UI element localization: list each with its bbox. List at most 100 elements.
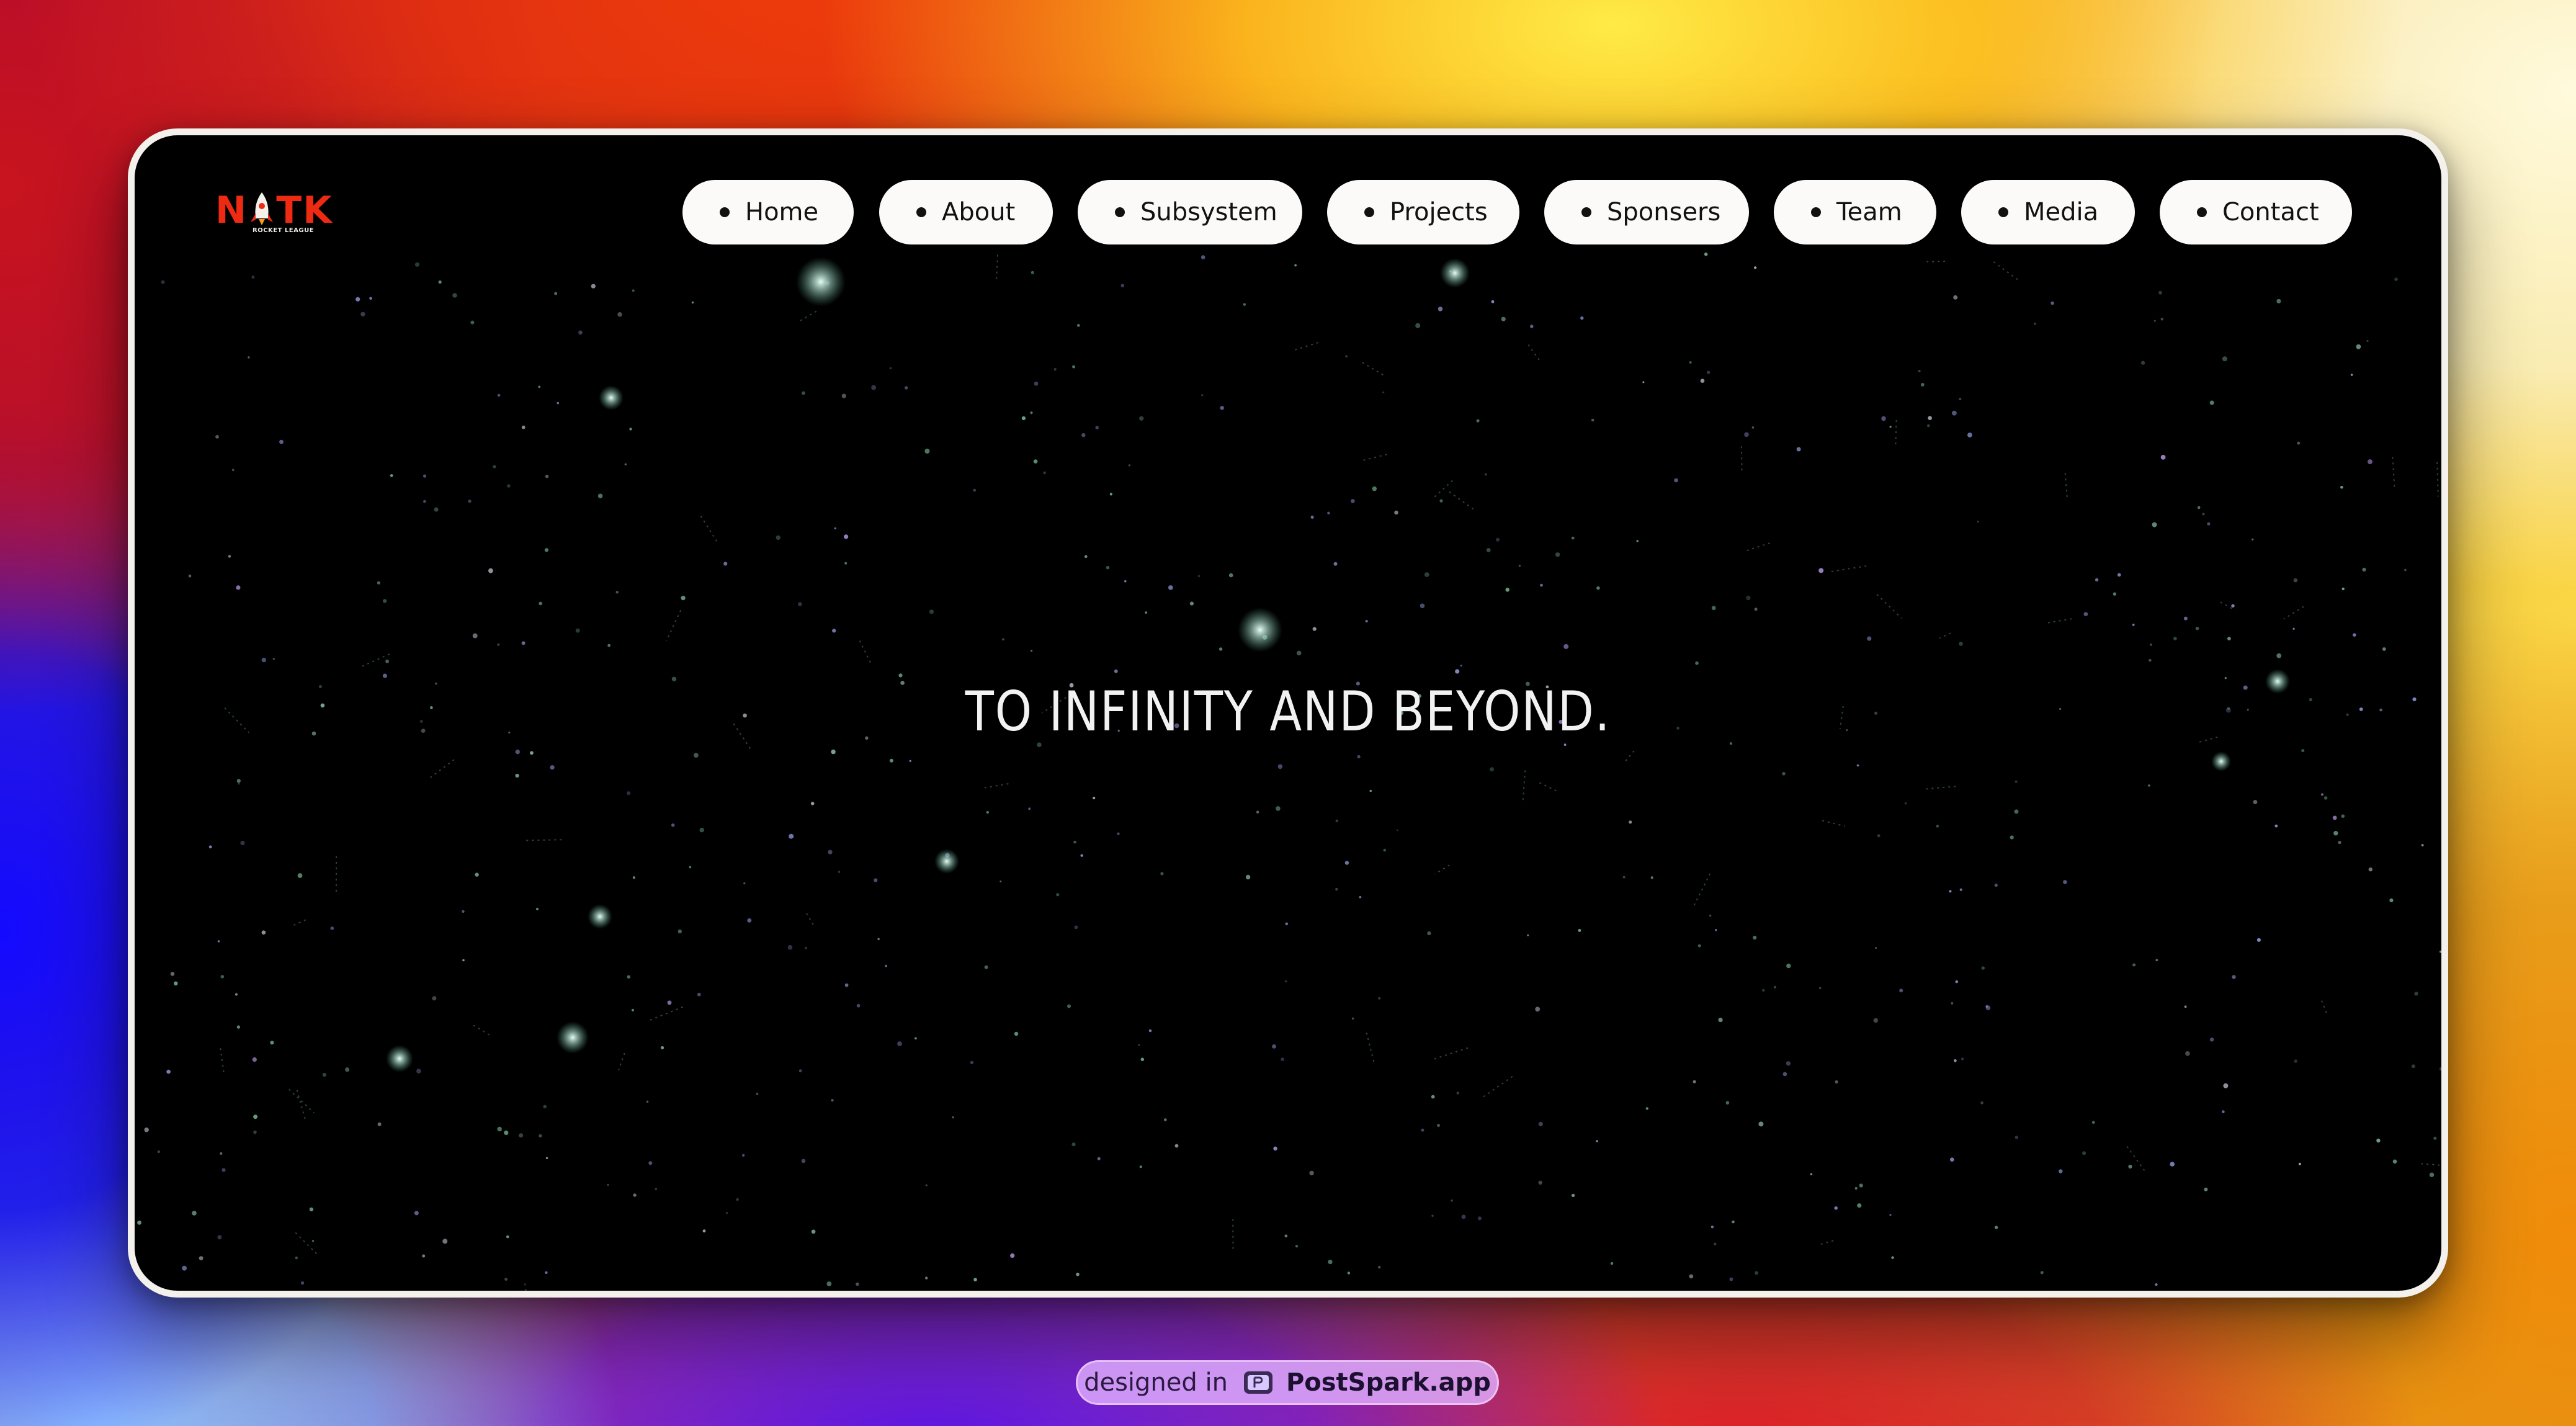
star-streak <box>618 1052 625 1070</box>
star <box>1540 583 1543 587</box>
star <box>1758 1121 1764 1127</box>
star <box>2298 1162 2301 1165</box>
star <box>2252 538 2254 541</box>
star <box>2040 1271 2044 1275</box>
star <box>1857 1203 1862 1208</box>
star <box>2183 616 2188 621</box>
star <box>1949 890 1952 893</box>
star <box>1918 370 1921 372</box>
logo[interactable]: N TK ROCKET LEAGUE <box>215 191 339 241</box>
nav-projects[interactable]: Projects <box>1327 180 1519 244</box>
star <box>1674 478 1678 483</box>
star <box>2294 1059 2297 1063</box>
star <box>192 1211 197 1216</box>
star <box>2152 522 2157 527</box>
star <box>798 602 802 606</box>
star <box>831 1099 834 1102</box>
star <box>2356 344 2361 349</box>
star <box>1272 1044 1276 1049</box>
star <box>1351 499 1355 503</box>
star <box>2389 898 2394 902</box>
star <box>1714 1242 1717 1245</box>
star <box>1335 887 1338 891</box>
nav-media-label: Media <box>2024 198 2099 226</box>
star <box>2223 1083 2229 1088</box>
nav-sponsers[interactable]: Sponsers <box>1544 180 1749 244</box>
star <box>1711 1226 1714 1229</box>
star <box>1967 433 1972 437</box>
star <box>575 628 580 633</box>
star <box>828 850 833 854</box>
star <box>2276 298 2281 303</box>
star-streak <box>1522 770 1526 800</box>
star <box>1486 548 1491 552</box>
star <box>504 1130 509 1135</box>
star <box>1491 300 1495 303</box>
nav-team[interactable]: Team <box>1774 180 1936 244</box>
postspark-icon <box>1243 1371 1272 1394</box>
star <box>530 751 534 755</box>
star <box>1030 650 1033 652</box>
star <box>144 1128 149 1132</box>
star <box>2202 513 2205 516</box>
star <box>1219 647 1223 651</box>
star <box>2153 320 2156 322</box>
star-streak <box>648 1006 684 1021</box>
star <box>2222 1110 2225 1113</box>
star <box>2338 840 2341 845</box>
star <box>1071 1142 1076 1147</box>
star-streak <box>1939 632 1951 639</box>
star <box>1053 368 1057 371</box>
nav-media[interactable]: Media <box>1961 180 2135 244</box>
star <box>1197 575 1201 578</box>
star <box>1431 1095 1435 1099</box>
star <box>2063 880 2067 884</box>
star <box>462 959 465 962</box>
star <box>1378 997 1381 1000</box>
star <box>1043 471 1046 475</box>
star <box>1977 521 1979 523</box>
star-streak <box>427 759 455 781</box>
rocket-icon <box>251 192 274 225</box>
star <box>1439 499 1443 503</box>
star <box>1928 416 1932 420</box>
star <box>253 1130 257 1134</box>
star <box>1695 661 1699 665</box>
star <box>1097 1157 1101 1160</box>
star <box>1328 1260 1333 1265</box>
star <box>834 527 836 530</box>
star <box>1295 1245 1299 1248</box>
nav-about[interactable]: About <box>879 180 1053 244</box>
nav-home[interactable]: Home <box>682 180 854 244</box>
star <box>1591 418 1594 422</box>
star <box>1333 562 1338 566</box>
star <box>521 641 525 645</box>
star <box>1610 1262 1614 1265</box>
star <box>1427 931 1431 936</box>
star <box>1950 1157 1954 1162</box>
star <box>694 753 699 758</box>
star <box>434 507 439 512</box>
star <box>2392 1159 2397 1164</box>
star <box>1751 426 1755 429</box>
star <box>1128 464 1131 467</box>
star <box>1786 1061 1791 1066</box>
star <box>1030 411 1033 415</box>
star <box>161 280 165 284</box>
star <box>1867 636 1872 641</box>
star <box>137 1220 141 1225</box>
star <box>1365 620 1368 622</box>
nav-subsystem[interactable]: Subsystem <box>1078 180 1302 244</box>
nav-contact[interactable]: Contact <box>2160 180 2352 244</box>
star <box>1309 1170 1314 1176</box>
star <box>1725 1101 1730 1105</box>
star-streak <box>473 1025 491 1036</box>
star <box>2195 626 2199 630</box>
star <box>493 465 496 469</box>
star <box>627 791 631 796</box>
postspark-badge[interactable]: designed in PostSpark.app <box>1076 1360 1499 1405</box>
star <box>228 555 231 558</box>
star <box>1382 391 1385 393</box>
star <box>1437 1124 1440 1128</box>
star <box>536 907 539 910</box>
